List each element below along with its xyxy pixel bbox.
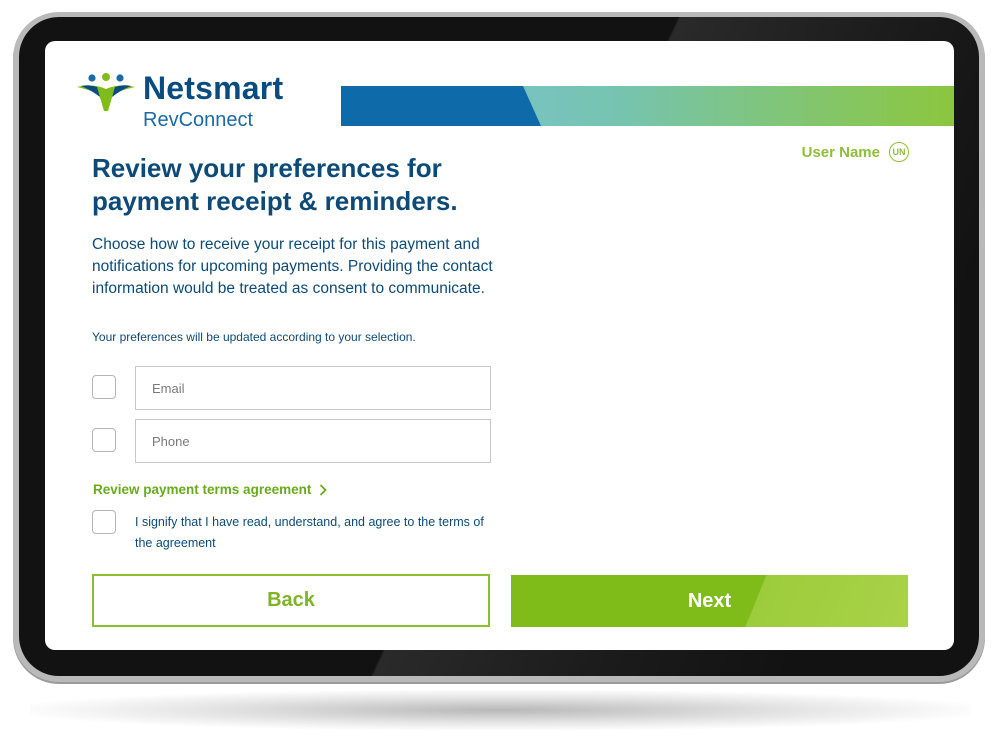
agreement-text: I signify that I have read, understand, … <box>135 515 484 550</box>
chevron-right-icon <box>320 483 328 496</box>
email-option-row <box>92 375 116 399</box>
email-checkbox[interactable] <box>92 375 116 399</box>
back-button[interactable]: Back <box>92 574 490 627</box>
netsmart-logo: Netsmart RevConnect <box>75 70 315 133</box>
people-figures-logo-icon <box>77 73 135 111</box>
review-terms-label: Review payment terms agreement <box>93 482 312 497</box>
user-name: User Name <box>801 143 880 161</box>
agreement-row <box>92 510 116 534</box>
user-menu[interactable]: User Name UN <box>802 142 909 162</box>
phone-input[interactable] <box>135 419 491 463</box>
preferences-note: Your preferences will be updated accordi… <box>92 330 416 344</box>
device-shadow <box>30 690 970 730</box>
page-title: Review your preferences for payment rece… <box>92 153 458 216</box>
brand-name: Netsmart <box>143 70 284 106</box>
next-button[interactable]: Next <box>511 575 908 627</box>
phone-option-row <box>92 428 116 452</box>
header-banner <box>341 86 954 126</box>
product-name: RevConnect <box>143 109 254 131</box>
user-avatar: UN <box>889 142 909 162</box>
app-screen: Netsmart RevConnect User Name UN Review … <box>45 41 954 650</box>
review-terms-link[interactable]: Review payment terms agreement <box>93 482 328 497</box>
agreement-checkbox[interactable] <box>92 510 116 534</box>
email-input[interactable] <box>135 366 491 410</box>
phone-checkbox[interactable] <box>92 428 116 452</box>
page-description: Choose how to receive your receipt for t… <box>92 236 493 297</box>
